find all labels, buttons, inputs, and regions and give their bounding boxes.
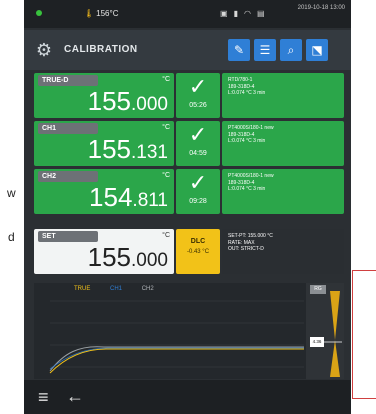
value-box[interactable]: TRUE-D °C 155.000: [34, 73, 174, 118]
unit-label: °C: [162, 124, 170, 131]
trend-plot: [49, 300, 304, 374]
red-annotation-line: [352, 270, 376, 271]
stability-time: 05:26: [189, 102, 207, 109]
search-button[interactable]: ⌕: [280, 39, 302, 61]
pencil-button[interactable]: ✎: [228, 39, 250, 61]
stability-time: 04:59: [189, 150, 207, 157]
channel-label: CH2: [38, 171, 98, 182]
menu-button[interactable]: ≡: [38, 388, 49, 406]
title-bar: ⚙ CALIBRATION ✎ ☰ ⌕ ⬔: [24, 30, 351, 70]
deviation-value: 4.36: [310, 337, 324, 347]
stability-time: 09:28: [189, 198, 207, 205]
stability-box: ✓ 09:28: [176, 169, 220, 214]
status-bar: 🌡 156°C ▣▮◠▤ 2019-10-18 13:00: [24, 0, 351, 28]
background-letter: d: [8, 230, 15, 244]
sensor-info: RTD/780-1 189-318D-4 L:0.074 °C 3 min: [222, 73, 344, 118]
unit-label: °C: [162, 76, 170, 83]
check-icon: ✓: [188, 170, 208, 195]
channel-row-ch2[interactable]: CH2 °C 154.811 ✓ 09:28 PT4000S/180-1 new…: [34, 169, 344, 214]
trend-chart[interactable]: TRUE CH1 CH2 RG 4.36: [34, 283, 344, 379]
setpoint-box[interactable]: SET °C 155.000: [34, 229, 174, 274]
value-box[interactable]: CH2 °C 154.811: [34, 169, 174, 214]
deviation-panel: RG 4.36: [306, 283, 344, 379]
channel-row-true-d[interactable]: TRUE-D °C 155.000 ✓ 05:26 RTD/780-1 189-…: [34, 73, 344, 118]
channel-row-ch1[interactable]: CH1 °C 155.131 ✓ 04:59 PT4000S/180-1 new…: [34, 121, 344, 166]
unit-label: °C: [162, 172, 170, 179]
image-icon: ▣: [220, 9, 234, 18]
calendar-icon: ▤: [256, 9, 271, 18]
setpoint-value: 155.000: [87, 242, 168, 272]
back-button[interactable]: ←: [66, 387, 84, 405]
check-icon: ✓: [188, 122, 208, 147]
background-letter: w: [7, 186, 16, 200]
wifi-icon: ◠: [243, 9, 257, 18]
list-button[interactable]: ☰: [254, 39, 276, 61]
sensor-info: PT4000S/180-1 new 189-318D-4 L:0.074 °C …: [222, 121, 344, 166]
thermometer-icon: 🌡: [84, 9, 95, 18]
status-time: 2019-10-18 13:00: [297, 5, 345, 11]
channel-value: 154.811: [89, 182, 168, 212]
channel-label: TRUE-D: [38, 75, 98, 86]
stability-box: ✓ 04:59: [176, 121, 220, 166]
stability-box: ✓ 05:26: [176, 73, 220, 118]
funnel-top: [330, 291, 340, 340]
dlc-badge: DLC -0.43 °C: [176, 229, 220, 274]
red-annotation-line: [352, 270, 353, 399]
chart-button[interactable]: ⬔: [306, 39, 328, 61]
value-box[interactable]: CH1 °C 155.131: [34, 121, 174, 166]
status-icons: ▣▮◠▤: [220, 9, 271, 18]
status-indicator-dot: [36, 10, 42, 16]
channel-label: CH1: [38, 123, 98, 134]
battery-icon: ▮: [233, 9, 244, 18]
setpoint-info: SET-PT: 155.000 °C RATE: MAX OUT: STRICT…: [222, 229, 344, 274]
status-temperature: 🌡 156°C: [84, 9, 119, 18]
bottom-bar: ≡ ←: [24, 380, 351, 414]
trend-line-true: [49, 348, 304, 374]
page-title: CALIBRATION: [64, 44, 138, 55]
red-annotation-line: [352, 398, 376, 399]
device-screen: 🌡 156°C ▣▮◠▤ 2019-10-18 13:00 ⚙ CALIBRATI…: [24, 0, 351, 414]
funnel-bottom: [330, 340, 340, 377]
channel-value: 155.131: [87, 134, 168, 164]
deviation-funnel: [310, 291, 342, 377]
sensor-info: PT4000S/180-1 new 189-318D-4 L:0.074 °C …: [222, 169, 344, 214]
check-icon: ✓: [188, 74, 208, 99]
setpoint-label: SET: [38, 231, 98, 242]
gear-icon: ⚙: [35, 40, 53, 60]
setpoint-row[interactable]: SET °C 155.000 DLC -0.43 °C SET-PT: 155.…: [34, 229, 344, 274]
channel-value: 155.000: [87, 86, 168, 116]
unit-label: °C: [162, 232, 170, 239]
